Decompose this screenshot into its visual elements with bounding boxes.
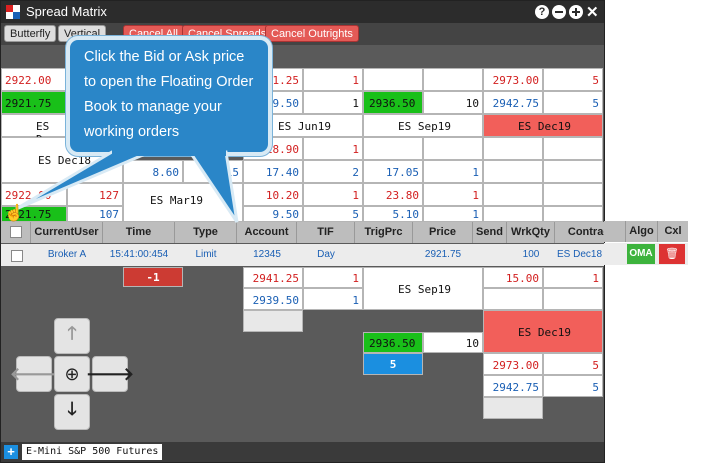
hand-cursor-icon: ☝ (4, 205, 24, 222)
callout-pointer (15, 146, 239, 223)
